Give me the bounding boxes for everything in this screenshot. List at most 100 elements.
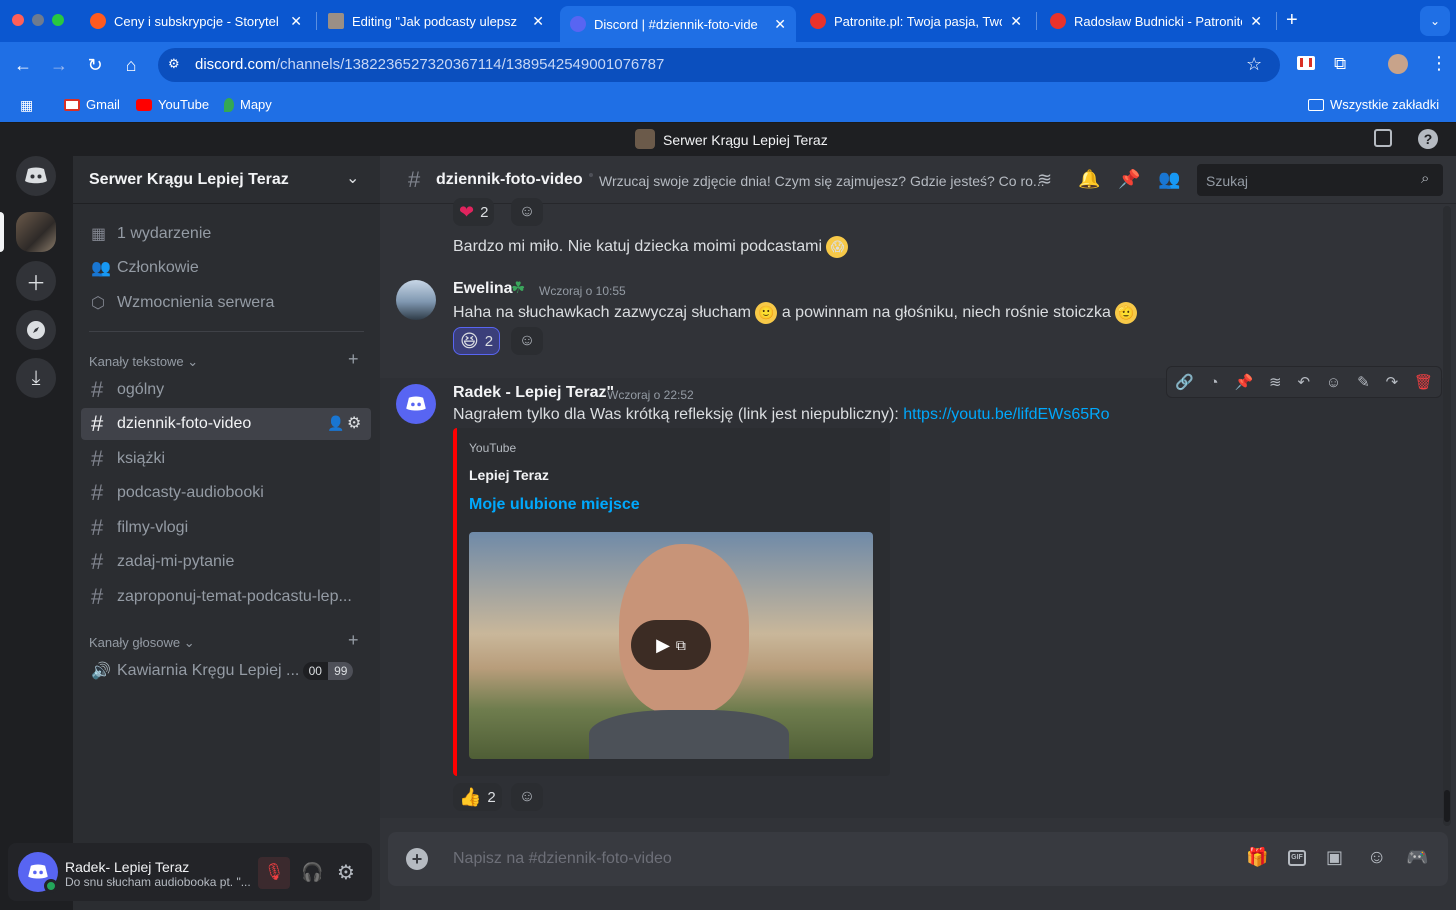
minimize-window-button[interactable] bbox=[32, 14, 44, 26]
emoji-picker-icon[interactable]: ☺ bbox=[1367, 847, 1386, 869]
delete-trash-icon[interactable]: 🗑 bbox=[1414, 373, 1433, 391]
sidebar-events[interactable]: ▦ 1 wydarzenie bbox=[81, 218, 371, 250]
browser-tab-editing[interactable]: Editing "Jak podcasty ulepsz ✕ bbox=[318, 6, 554, 36]
sidebar-boosts[interactable]: ⬡ Wzmocnienia serwera bbox=[81, 287, 371, 319]
thread-icon[interactable]: ≋ bbox=[1269, 373, 1282, 391]
browser-tab-discord[interactable]: Discord | #dziennik-foto-vide ✕ bbox=[560, 6, 796, 42]
channel-settings-gear-icon[interactable]: ⚙ bbox=[347, 413, 361, 433]
close-window-button[interactable] bbox=[12, 14, 24, 26]
channel-filmy-vlogi[interactable]: # filmy-vlogi bbox=[81, 512, 371, 544]
search-input[interactable]: Szukaj ⌕ bbox=[1197, 164, 1443, 196]
channel-podcasty-audiobooki[interactable]: # podcasty-audiobooki bbox=[81, 477, 371, 509]
forward-arrow-icon[interactable]: → bbox=[48, 54, 70, 76]
edit-pencil-icon[interactable]: ✎ bbox=[1357, 373, 1370, 391]
site-info-icon[interactable]: ⚙ bbox=[168, 56, 186, 74]
headphones-icon[interactable]: 🎧 bbox=[301, 862, 323, 883]
user-settings-gear-icon[interactable]: ⚙ bbox=[337, 860, 355, 885]
hash-icon: # bbox=[91, 480, 104, 505]
discord-home-icon[interactable] bbox=[16, 156, 56, 196]
mark-unread-icon[interactable]: ◔ bbox=[1210, 374, 1219, 391]
home-icon[interactable]: ⌂ bbox=[120, 54, 142, 76]
back-arrow-icon[interactable]: ← bbox=[12, 54, 34, 76]
url-text[interactable]: discord.com/channels/1382236527320367114… bbox=[195, 56, 664, 73]
chat-scrollbar-track[interactable] bbox=[1443, 206, 1451, 826]
bookmark-star-icon[interactable]: ☆ bbox=[1246, 54, 1262, 75]
video-thumbnail[interactable]: ▶ ⧉ bbox=[469, 532, 873, 759]
copy-link-icon[interactable]: 🔗 bbox=[1175, 373, 1194, 391]
add-server-icon[interactable]: ＋ bbox=[16, 261, 56, 301]
close-tab-icon[interactable]: ✕ bbox=[290, 13, 302, 30]
download-apps-icon[interactable]: ⤓ bbox=[16, 358, 56, 398]
close-tab-icon[interactable]: ✕ bbox=[774, 16, 786, 33]
channel-zadaj-mi-pytanie[interactable]: # zadaj-mi-pytanie bbox=[81, 546, 371, 578]
threads-icon[interactable]: ≋ bbox=[1037, 169, 1052, 190]
channel-ksiazki[interactable]: # książki bbox=[81, 443, 371, 475]
add-reaction-icon[interactable]: ☺ bbox=[511, 327, 543, 355]
gift-icon[interactable]: 🎁 bbox=[1246, 847, 1268, 868]
discover-compass-icon[interactable] bbox=[16, 310, 56, 350]
browser-menu-icon[interactable]: ⋮ bbox=[1430, 53, 1448, 74]
help-icon[interactable]: ? bbox=[1418, 129, 1438, 149]
add-reaction-icon[interactable]: ☺ bbox=[1326, 374, 1341, 391]
forward-icon[interactable]: ↷ bbox=[1386, 373, 1399, 391]
close-tab-icon[interactable]: ✕ bbox=[1250, 13, 1262, 30]
reaction-heart[interactable]: ❤ 2 bbox=[453, 198, 495, 226]
play-button[interactable]: ▶ ⧉ bbox=[631, 620, 711, 670]
close-tab-icon[interactable]: ✕ bbox=[532, 13, 544, 30]
extensions-puzzle-icon[interactable]: ⧉ bbox=[1334, 54, 1346, 74]
pin-icon[interactable]: 📌 bbox=[1234, 373, 1253, 391]
browser-tab-storytel[interactable]: Ceny i subskrypcje - Storytel ✕ bbox=[80, 6, 312, 36]
browser-tab-patronite[interactable]: Patronite.pl: Twoja pasja, Two ✕ bbox=[800, 6, 1032, 36]
channel-zaproponuj-temat[interactable]: # zaproponuj-temat-podcastu-lep... bbox=[81, 581, 371, 613]
server-header[interactable]: Serwer Krągu Lepiej Teraz ⌄ bbox=[73, 156, 380, 204]
add-reaction-icon[interactable]: ☺ bbox=[511, 783, 543, 811]
bookmark-maps[interactable]: Mapy bbox=[224, 97, 272, 112]
mute-microphone-icon[interactable]: 🎙 bbox=[258, 857, 290, 889]
inbox-icon[interactable] bbox=[1374, 129, 1392, 147]
maximize-window-button[interactable] bbox=[52, 14, 64, 26]
channel-dziennik-foto-video[interactable]: # dziennik-foto-video 👤 ⚙ bbox=[81, 408, 371, 440]
close-tab-icon[interactable]: ✕ bbox=[1010, 13, 1022, 30]
activities-controller-icon[interactable]: 🎮 bbox=[1406, 847, 1428, 868]
embed-title[interactable]: Moje ulubione miejsce bbox=[469, 496, 640, 514]
sticker-icon[interactable]: ▣ bbox=[1326, 847, 1343, 868]
notification-bell-icon[interactable]: 🔔 bbox=[1078, 169, 1100, 190]
add-voice-channel-icon[interactable]: + bbox=[348, 630, 359, 651]
browser-tab-budnicki[interactable]: Radosław Budnicki - Patronite ✕ bbox=[1040, 6, 1272, 36]
pinned-messages-icon[interactable]: 📌 bbox=[1118, 169, 1140, 190]
message-input[interactable]: Napisz na #dziennik-foto-video bbox=[453, 850, 672, 868]
channel-ogolny[interactable]: # ogólny bbox=[81, 374, 371, 406]
category-text-channels[interactable]: Kanały tekstowe ⌄ bbox=[89, 354, 198, 370]
bookmark-gmail[interactable]: Gmail bbox=[64, 97, 120, 112]
add-reaction-icon[interactable]: ☺ bbox=[511, 198, 543, 226]
tab-search-chevron-icon[interactable]: ⌄ bbox=[1420, 6, 1450, 36]
reaction-thumbs-up[interactable]: 👍 2 bbox=[453, 783, 502, 811]
new-tab-button[interactable]: + bbox=[1286, 9, 1298, 32]
embed-author[interactable]: Lepiej Teraz bbox=[469, 467, 549, 483]
member-list-icon[interactable]: 👥 bbox=[1158, 169, 1180, 190]
message-author[interactable]: Radek - Lepiej Teraz" bbox=[453, 384, 614, 402]
reaction-laughing[interactable]: 😆 2 bbox=[453, 327, 501, 355]
hash-icon: # bbox=[408, 167, 421, 192]
youtube-link[interactable]: https://youtu.be/lifdEWs65Ro bbox=[903, 406, 1109, 423]
channel-topic[interactable]: Wrzucaj swoje zdjęcie dnia! Czym się zaj… bbox=[599, 173, 1045, 189]
voice-channel-kawiarnia[interactable]: 🔊 Kawiarnia Kręgu Lepiej ... 00 99 bbox=[81, 655, 371, 687]
invite-member-icon[interactable]: 👤 bbox=[327, 415, 344, 432]
gif-icon[interactable]: GIF bbox=[1288, 850, 1306, 866]
profile-avatar[interactable] bbox=[1388, 54, 1408, 74]
category-voice-channels[interactable]: Kanały głosowe ⌄ bbox=[89, 635, 195, 651]
sidebar-members[interactable]: 👥 Członkowie bbox=[81, 252, 371, 284]
user-avatar-ewelina[interactable] bbox=[396, 280, 436, 320]
message-author[interactable]: Ewelina bbox=[453, 280, 513, 298]
chat-scrollbar-thumb[interactable] bbox=[1444, 790, 1450, 822]
apps-grid-icon[interactable]: ▦ bbox=[20, 97, 33, 114]
bookmark-youtube[interactable]: YouTube bbox=[136, 97, 209, 112]
user-avatar-radek[interactable] bbox=[396, 384, 436, 424]
reload-icon[interactable]: ↻ bbox=[84, 54, 106, 76]
gmail-extension-icon[interactable] bbox=[1297, 56, 1315, 70]
attach-plus-icon[interactable]: + bbox=[406, 848, 428, 870]
reply-icon[interactable]: ↶ bbox=[1297, 373, 1310, 391]
server-krag-lepiej-teraz[interactable] bbox=[16, 212, 56, 252]
add-text-channel-icon[interactable]: + bbox=[348, 349, 359, 370]
all-bookmarks[interactable]: Wszystkie zakładki bbox=[1308, 97, 1439, 112]
